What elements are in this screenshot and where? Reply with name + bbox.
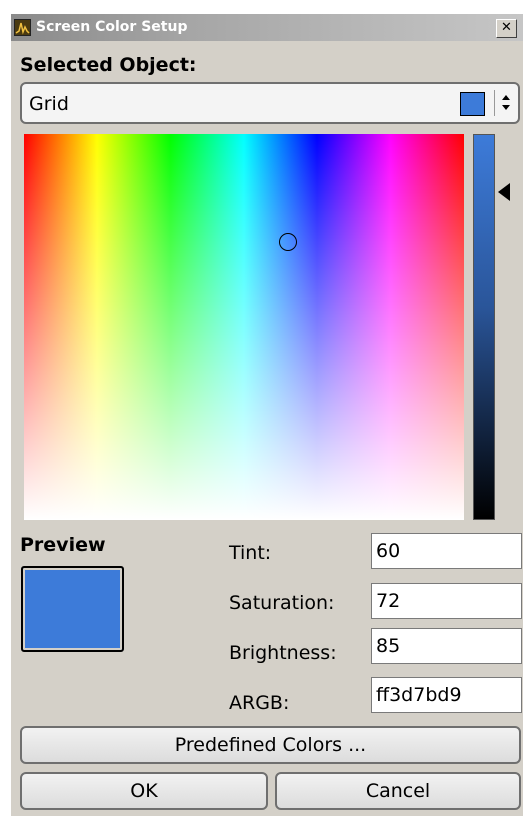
brightness-input[interactable]: 85 [371, 628, 522, 664]
argb-label: ARGB: [229, 692, 290, 714]
brightness-slider[interactable] [473, 134, 495, 520]
triangle-left-icon[interactable] [498, 183, 510, 201]
argb-input[interactable]: ff3d7bd9 [371, 677, 522, 713]
title-bar[interactable]: Screen Color Setup ✕ [11, 14, 523, 41]
close-icon[interactable]: ✕ [496, 19, 517, 38]
color-preview-swatch [21, 566, 124, 652]
selected-object-value: Grid [29, 93, 69, 115]
ok-button[interactable]: OK [20, 772, 268, 810]
selected-object-color-swatch [460, 92, 485, 116]
selected-object-dropdown[interactable]: Grid [20, 82, 520, 124]
screen-color-setup-dialog: Screen Color Setup ✕ Selected Object: Gr… [10, 14, 523, 816]
cancel-button[interactable]: Cancel [275, 772, 521, 810]
up-down-arrows-icon[interactable] [494, 90, 517, 116]
color-spectrum-picker[interactable] [24, 134, 464, 520]
brightness-label: Brightness: [229, 642, 337, 664]
predefined-colors-button[interactable]: Predefined Colors ... [20, 726, 521, 764]
tint-input[interactable]: 60 [371, 533, 522, 569]
analyzer-app-icon [14, 19, 31, 36]
saturation-fade [24, 134, 464, 520]
saturation-input[interactable]: 72 [371, 583, 522, 619]
tint-label: Tint: [229, 542, 272, 564]
window-title: Screen Color Setup [36, 19, 188, 35]
selected-object-label: Selected Object: [20, 54, 197, 76]
color-picker-cursor[interactable] [279, 233, 297, 251]
preview-label: Preview [20, 534, 106, 556]
saturation-label: Saturation: [229, 592, 335, 614]
